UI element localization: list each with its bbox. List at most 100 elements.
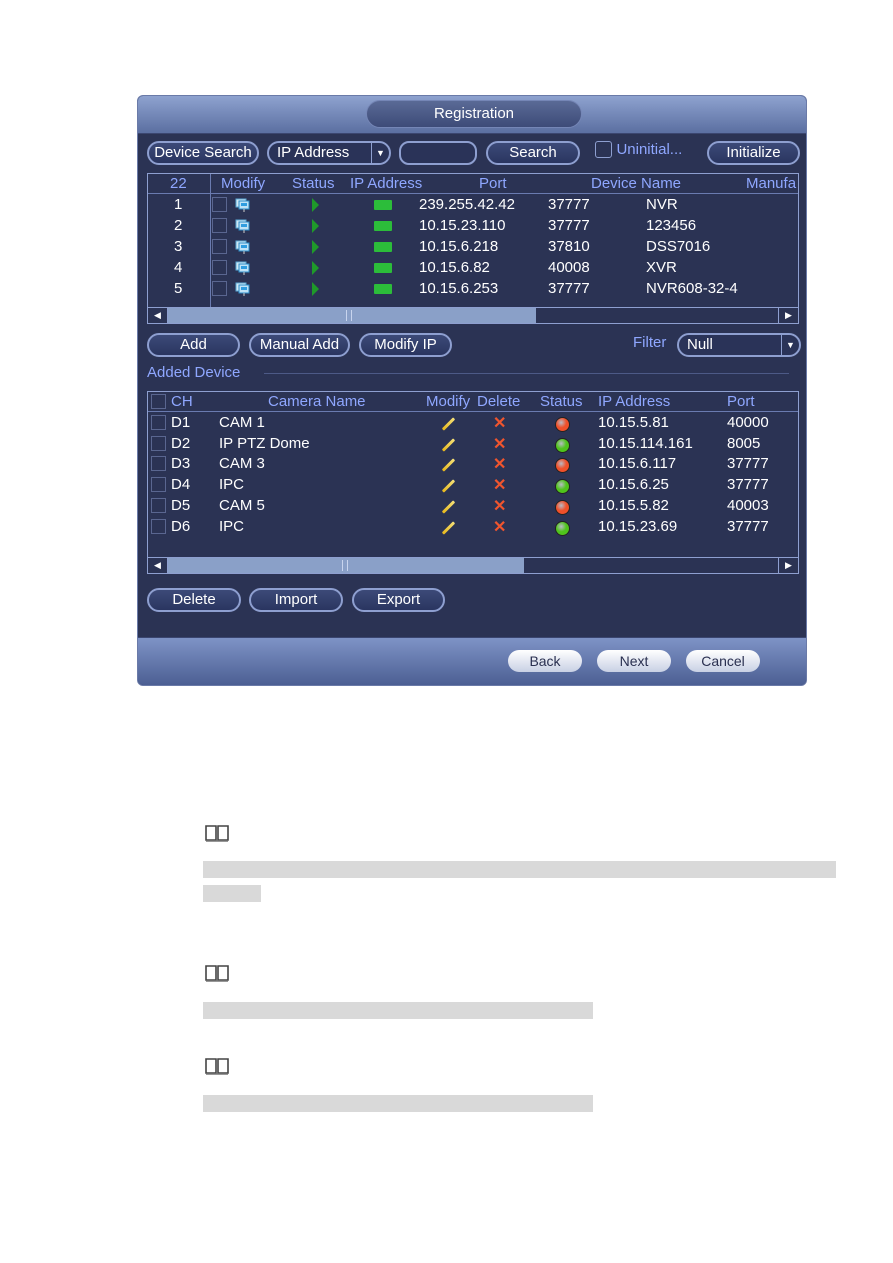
pencil-icon[interactable] [441, 437, 456, 452]
book-icon [205, 965, 229, 982]
status-indicator-icon [555, 417, 570, 432]
modify-device-icon[interactable] [235, 282, 251, 297]
search-type-select[interactable]: IP Address ▼ [267, 141, 391, 165]
col-device-name: Device Name [591, 175, 682, 192]
add-button[interactable]: Add [147, 333, 240, 357]
delete-x-icon[interactable]: ✕ [493, 478, 506, 494]
channel: D4 [171, 476, 191, 494]
scroll-left-icon[interactable]: ◀ [148, 558, 168, 573]
select-all-checkbox[interactable] [151, 394, 166, 409]
pencil-icon[interactable] [441, 417, 456, 431]
added-table-header: CH Camera Name Modify Delete Status IP A… [148, 392, 798, 412]
camera-connected-icon [374, 200, 392, 210]
uninitialized-filter[interactable]: Uninitial... [595, 141, 682, 159]
row-checkbox[interactable] [212, 197, 227, 212]
row-checkbox[interactable] [212, 218, 227, 233]
search-result-row[interactable]: 1 239.255.42.42 37777 NVR [148, 195, 798, 216]
search-result-row[interactable]: 4 10.15.6.82 40008 XVR [148, 258, 798, 279]
scroll-right-icon[interactable]: ▶ [778, 308, 798, 323]
delete-x-icon[interactable]: ✕ [493, 519, 506, 536]
added-device-row[interactable]: D3 CAM 3 ✕ 10.15.6.117 37777 [148, 454, 798, 475]
search-input[interactable] [399, 141, 477, 165]
added-device-row[interactable]: D5 CAM 5 ✕ 10.15.5.82 40003 [148, 496, 798, 517]
ip-address: 10.15.6.218 [419, 238, 499, 255]
added-device-row[interactable]: D1 CAM 1 ✕ 10.15.5.81 40000 [148, 413, 798, 434]
delete-x-icon[interactable]: ✕ [493, 498, 506, 515]
scroll-right-icon[interactable]: ▶ [778, 558, 798, 573]
delete-button[interactable]: Delete [147, 588, 241, 612]
device-name: 123456 [646, 217, 697, 234]
device-name: NVR608-32-4 [646, 280, 738, 297]
row-checkbox[interactable] [212, 239, 227, 254]
device-search-button[interactable]: Device Search [147, 141, 259, 165]
footer-bar: Back Next Cancel [138, 637, 806, 685]
status-indicator-icon [555, 437, 570, 453]
camera-name: CAM 1 [219, 414, 265, 431]
col-count: 22 [170, 175, 187, 192]
search-button[interactable]: Search [486, 141, 580, 165]
added-device-row[interactable]: D2 IP PTZ Dome ✕ 10.15.114.161 8005 [148, 434, 798, 455]
modify-ip-button[interactable]: Modify IP [359, 333, 452, 357]
window-title: Registration [366, 100, 582, 128]
search-result-row[interactable]: 2 10.15.23.110 37777 123456 [148, 216, 798, 237]
row-checkbox[interactable] [151, 435, 166, 451]
search-result-row[interactable]: 5 10.15.6.253 37777 NVR608-32-4 [148, 279, 798, 300]
modify-device-icon[interactable] [235, 198, 251, 213]
modify-device-icon[interactable] [235, 261, 251, 276]
channel: D1 [171, 414, 191, 431]
pencil-icon[interactable] [441, 500, 456, 514]
scroll-thumb[interactable] [168, 308, 536, 323]
added-device-row[interactable]: D6 IPC ✕ 10.15.23.69 37777 [148, 517, 798, 538]
delete-x-icon[interactable]: ✕ [493, 457, 506, 473]
row-checkbox[interactable] [212, 281, 227, 296]
camera-name: IPC [219, 517, 245, 535]
row-checkbox[interactable] [151, 497, 166, 513]
status-indicator-icon [555, 499, 570, 515]
pencil-icon[interactable] [441, 479, 456, 493]
registration-window: Registration Device Search IP Address ▼ … [137, 95, 807, 686]
scroll-left-icon[interactable]: ◀ [148, 308, 168, 323]
uninitialized-checkbox[interactable] [595, 141, 612, 159]
row-checkbox[interactable] [151, 477, 166, 493]
row-checkbox[interactable] [212, 260, 227, 275]
delete-x-icon[interactable]: ✕ [493, 416, 506, 432]
channel: D5 [171, 496, 191, 514]
status-indicator-icon [555, 458, 570, 474]
modify-device-icon[interactable] [235, 219, 251, 234]
col-delete: Delete [477, 393, 521, 410]
pencil-icon[interactable] [441, 520, 456, 535]
next-button[interactable]: Next [597, 650, 671, 672]
device-name: XVR [646, 259, 677, 276]
port: 37777 [548, 196, 590, 213]
import-button[interactable]: Import [249, 588, 343, 612]
pencil-icon[interactable] [441, 458, 456, 473]
search-table-scrollbar[interactable]: ◀ ▶ [148, 307, 798, 323]
camera-connected-icon [374, 284, 392, 294]
back-button[interactable]: Back [508, 650, 582, 672]
added-device-row[interactable]: D4 IPC ✕ 10.15.6.25 37777 [148, 475, 798, 496]
play-status-icon [312, 282, 319, 296]
chevron-down-icon[interactable]: ▼ [371, 143, 389, 163]
book-icon [205, 825, 229, 842]
col-status: Status [540, 393, 583, 410]
port: 37777 [727, 476, 769, 494]
initialize-button[interactable]: Initialize [707, 141, 800, 165]
manual-add-button[interactable]: Manual Add [249, 333, 350, 357]
row-number: 2 [174, 217, 183, 234]
added-table-scrollbar[interactable]: ◀ ▶ [148, 557, 798, 573]
filter-select[interactable]: Null ▼ [677, 333, 801, 357]
delete-x-icon[interactable]: ✕ [493, 436, 506, 453]
modify-device-icon[interactable] [235, 240, 251, 255]
row-checkbox[interactable] [151, 456, 166, 472]
export-button[interactable]: Export [352, 588, 445, 612]
cancel-button[interactable]: Cancel [686, 650, 760, 672]
scroll-thumb[interactable] [168, 558, 524, 573]
channel: D2 [171, 434, 191, 452]
search-result-row[interactable]: 3 10.15.6.218 37810 DSS7016 [148, 237, 798, 258]
camera-name: CAM 5 [219, 496, 265, 514]
port: 37777 [548, 280, 590, 297]
chevron-down-icon[interactable]: ▼ [781, 335, 799, 355]
col-ip-address: IP Address [350, 175, 423, 192]
row-checkbox[interactable] [151, 518, 166, 534]
row-checkbox[interactable] [151, 415, 166, 430]
